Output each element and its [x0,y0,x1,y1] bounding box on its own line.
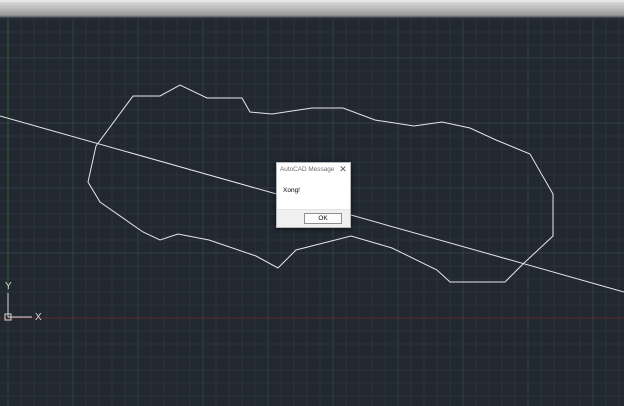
ucs-y-label: Y [5,281,12,292]
ok-button[interactable]: OK [304,213,342,224]
dialog-title: AutoCAD Message [280,166,335,173]
application-title-bar [0,0,624,18]
dialog-footer: OK [277,209,350,227]
dialog-title-bar[interactable]: AutoCAD Message ✕ [277,163,350,177]
ucs-x-label: X [35,312,42,323]
title-bar-highlight [0,0,624,2]
dialog-message: Xong! [283,187,300,194]
autocad-message-dialog: AutoCAD Message ✕ Xong! OK [276,162,351,228]
ucs-icon: X Y [4,281,42,323]
close-icon[interactable]: ✕ [338,164,348,175]
